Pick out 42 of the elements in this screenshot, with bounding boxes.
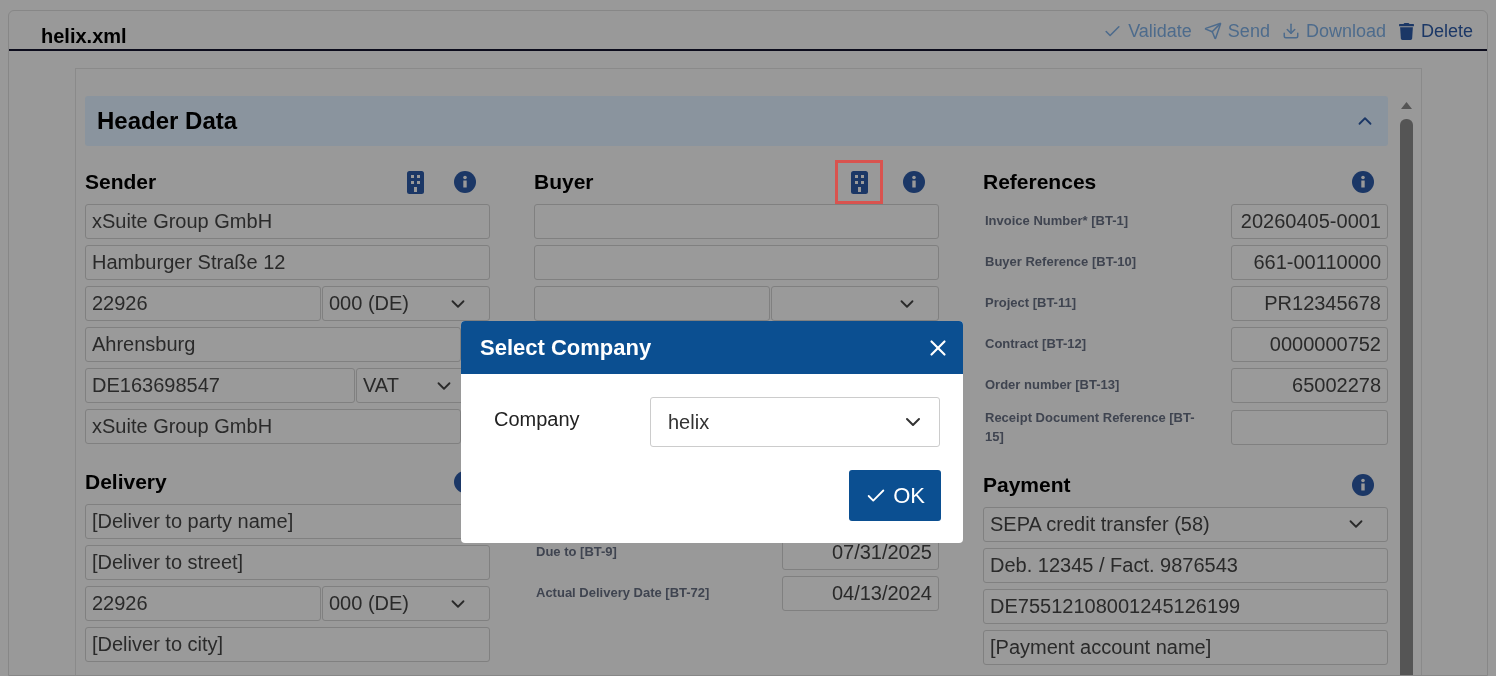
- select-field[interactable]: 000 (DE): [322, 286, 490, 321]
- text-field[interactable]: Ahrensburg: [85, 327, 461, 362]
- text-field[interactable]: Deb. 12345 / Fact. 9876543: [983, 547, 1388, 583]
- text-field[interactable]: [Deliver to city]: [85, 627, 490, 662]
- dialog-title: Select Company: [480, 334, 652, 361]
- group-heading: References: [983, 170, 1098, 194]
- text-field[interactable]: 22926: [85, 586, 321, 621]
- group-heading: Delivery: [85, 470, 168, 494]
- text-field[interactable]: 0000000752: [1231, 327, 1388, 362]
- text-field[interactable]: [Deliver to street]: [85, 545, 490, 580]
- field-label: Order number [BT-13]: [984, 376, 1121, 395]
- text-field[interactable]: 661-00110000: [1231, 245, 1388, 280]
- field-label: Invoice Number* [BT-1]: [984, 212, 1130, 231]
- text-field[interactable]: DE75512108001245126199: [983, 588, 1388, 624]
- field-label: Company: [494, 407, 581, 431]
- group-heading: Payment: [983, 472, 1072, 497]
- text-field[interactable]: Hamburger Straße 12: [85, 245, 490, 280]
- text-field[interactable]: xSuite Group GmbH: [85, 409, 461, 444]
- text-field[interactable]: 04/13/2024: [782, 576, 939, 611]
- field-label: Buyer Reference [BT-10]: [984, 253, 1137, 272]
- ok-button[interactable]: OK: [849, 470, 941, 521]
- field-label: Due to [BT-9]: [535, 543, 618, 562]
- text-field[interactable]: 20260405-0001: [1231, 204, 1388, 239]
- text-field[interactable]: 65002278: [1231, 368, 1388, 403]
- action-button[interactable]: Delete: [1397, 20, 1473, 42]
- text-field[interactable]: PR12345678: [1231, 286, 1388, 321]
- text-field[interactable]: xSuite Group GmbH: [85, 204, 490, 239]
- company-select[interactable]: helix: [650, 397, 940, 447]
- text-field[interactable]: [Payment account name]: [983, 629, 1388, 665]
- group-heading: Buyer: [534, 170, 595, 194]
- field-label: Contract [BT-12]: [984, 335, 1088, 354]
- group-heading: Sender: [85, 170, 158, 194]
- select-field[interactable]: SEPA credit transfer (58): [983, 506, 1388, 542]
- select-field[interactable]: 000 (DE): [322, 586, 490, 621]
- field-label: Actual Delivery Date [BT-72]: [535, 584, 711, 603]
- field-label: Project [BT-11]: [984, 294, 1078, 313]
- text-field[interactable]: 22926: [85, 286, 321, 321]
- document-tab[interactable]: helix.xml: [41, 25, 127, 49]
- section-header[interactable]: Header Data: [85, 96, 1388, 146]
- section-title: Header Data: [97, 107, 238, 135]
- field-label: Receipt Document Reference [BT-15]: [984, 409, 1196, 446]
- text-field[interactable]: DE163698547: [85, 368, 355, 403]
